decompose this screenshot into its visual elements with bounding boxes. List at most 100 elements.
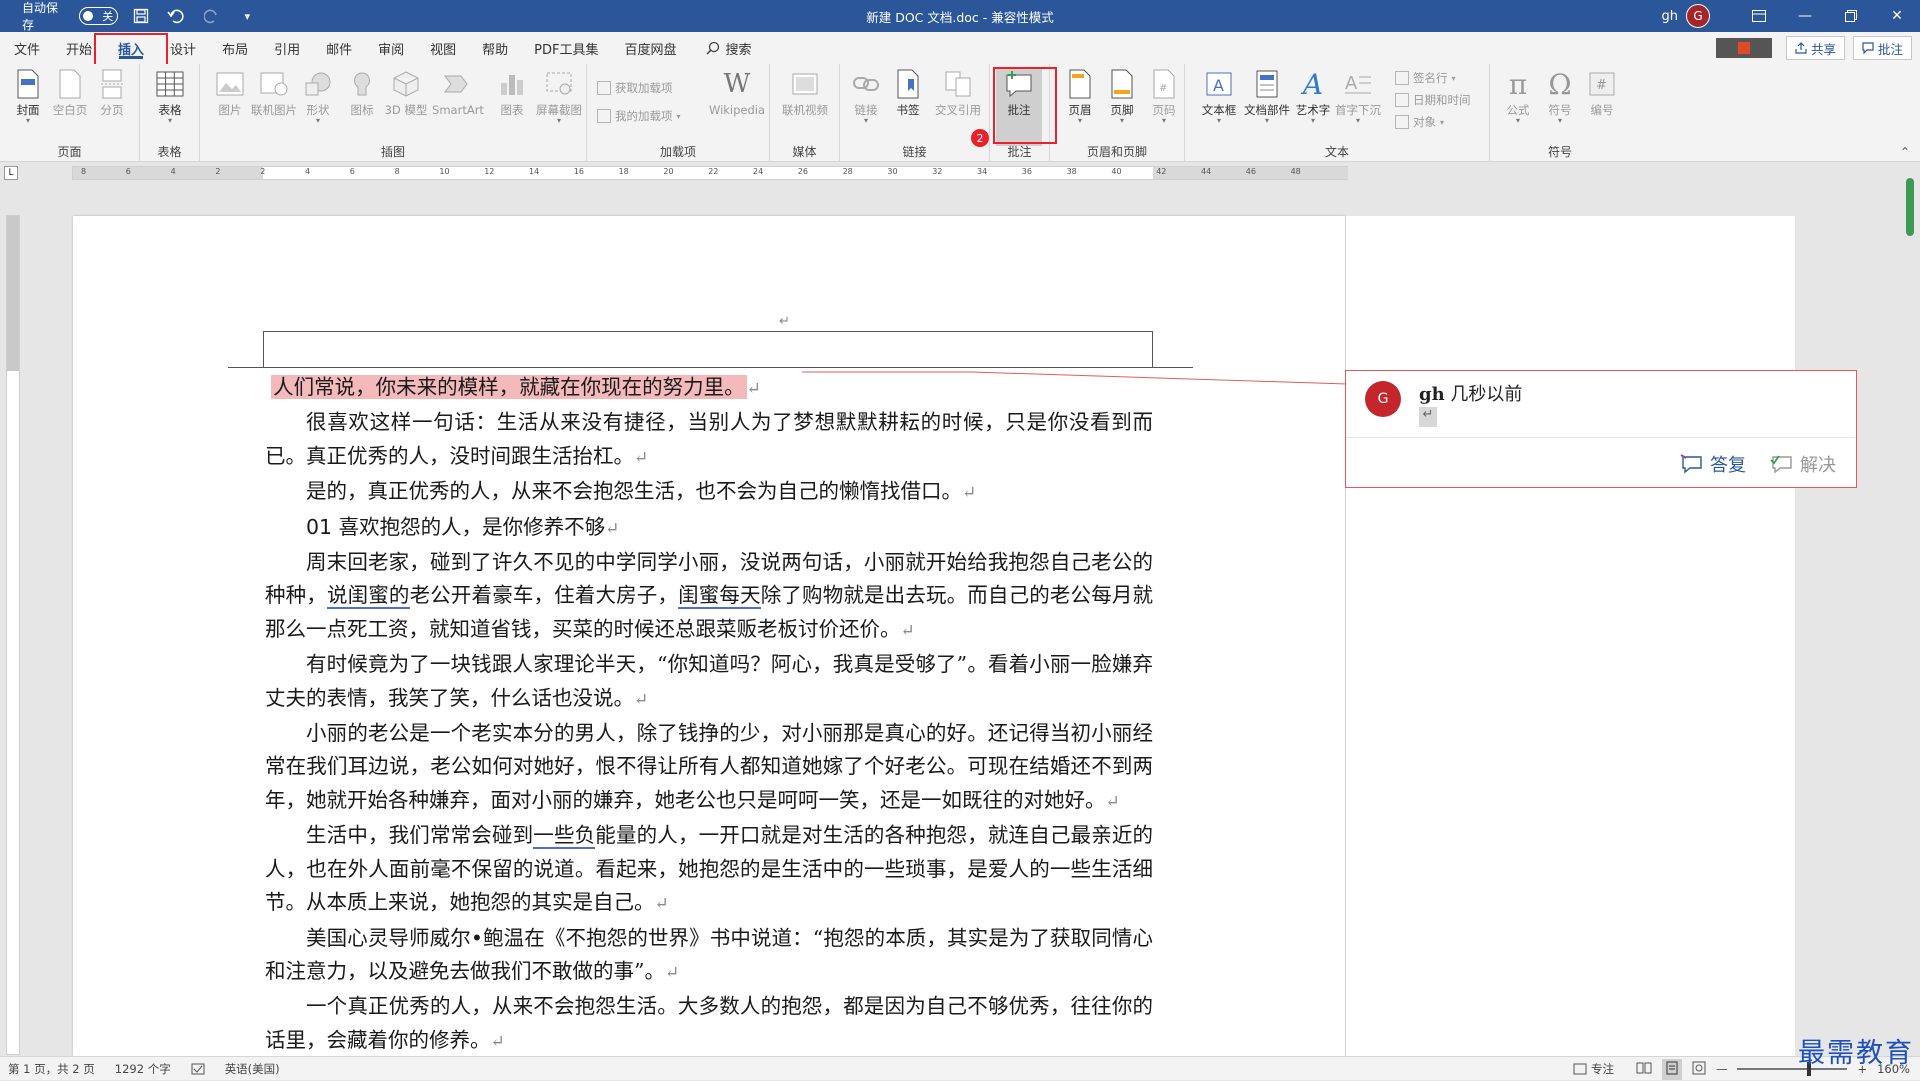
language-indicator[interactable]: 英语(美国) — [217, 1061, 292, 1077]
resolve-label: 解决 — [1800, 451, 1836, 477]
autosave-state: 关 — [102, 8, 113, 24]
my-addins-icon — [597, 109, 611, 123]
cross-reference-button[interactable]: 交叉引用 — [930, 68, 986, 117]
tab-review[interactable]: 审阅 — [365, 32, 417, 64]
proofing-status[interactable] — [183, 1063, 217, 1075]
pi-icon: π — [1503, 68, 1533, 100]
page-number-button[interactable]: #页码▾ — [1142, 68, 1186, 125]
document-title: 新建 DOC 文档.doc - 兼容性模式 — [0, 7, 1920, 26]
close-icon[interactable]: ✕ — [1874, 0, 1920, 32]
tab-help[interactable]: 帮助 — [469, 32, 521, 64]
search-box[interactable]: 搜索 — [690, 39, 768, 58]
restore-icon[interactable] — [1828, 0, 1874, 32]
page-group-label: 页面 — [0, 143, 139, 160]
user-name[interactable]: gh — [1662, 9, 1679, 24]
video-icon — [790, 68, 820, 100]
comment-card[interactable]: G gh 几秒以前 ↵ 答复 解决 — [1345, 370, 1857, 488]
vertical-scrollbar[interactable] — [1898, 162, 1920, 1056]
wikipedia-button[interactable]: WWikipedia — [707, 68, 767, 117]
document-body[interactable]: 人们常说，你未来的模样，就藏在你现在的努力里。↵ 很喜欢这样一句话：生活从来没有… — [265, 371, 1153, 1059]
user-avatar[interactable]: G — [1686, 4, 1710, 28]
tab-selector[interactable]: L — [4, 166, 18, 180]
screenshot-button[interactable]: 屏幕截图▾ — [534, 68, 584, 125]
tab-layout[interactable]: 布局 — [209, 32, 261, 64]
vertical-ruler[interactable] — [6, 215, 20, 1055]
comment-time: 几秒以前 — [1450, 384, 1522, 405]
read-mode-icon[interactable] — [1636, 1062, 1652, 1077]
symbol-group-label: 符号 — [1490, 143, 1630, 160]
resolve-button[interactable]: 解决 — [1770, 451, 1836, 477]
object-button[interactable]: 对象▾ — [1395, 112, 1444, 132]
cover-page-icon — [13, 68, 43, 100]
ruler-tick-label: 8 — [81, 167, 86, 176]
page-break-button[interactable]: 分页 — [90, 68, 134, 117]
ribbon-display-icon[interactable] — [1736, 0, 1782, 32]
horizontal-ruler[interactable]: 8642246810121416182022242628303234363840… — [72, 166, 1348, 180]
undo-icon[interactable] — [164, 3, 189, 29]
bookmark-button[interactable]: 书签 — [886, 68, 930, 117]
header-button[interactable]: 页眉▾ — [1058, 68, 1102, 125]
smartart-button[interactable]: SmartArt — [430, 68, 486, 117]
symbol-button[interactable]: Ω符号▾ — [1538, 68, 1582, 125]
tab-references[interactable]: 引用 — [261, 32, 313, 64]
icons-button[interactable]: 图标 — [340, 68, 384, 117]
commented-text[interactable]: 人们常说，你未来的模样，就藏在你现在的努力里。 — [271, 375, 747, 399]
number-button[interactable]: #编号 — [1580, 68, 1624, 117]
wordart-button[interactable]: A艺术字▾ — [1291, 68, 1335, 125]
web-layout-icon[interactable] — [1692, 1061, 1706, 1078]
pictures-button[interactable]: 图片 — [208, 68, 252, 117]
text-box-button[interactable]: A文本框▾ — [1197, 68, 1241, 125]
page-number-label: 页码 — [1153, 103, 1176, 117]
quick-parts-button[interactable]: 文档部件▾ — [1243, 68, 1291, 125]
get-addins-button[interactable]: 获取加载项 — [597, 78, 673, 98]
reply-icon — [1680, 454, 1704, 474]
reply-button[interactable]: 答复 — [1680, 451, 1746, 477]
date-time-button[interactable]: 日期和时间 — [1395, 90, 1471, 110]
tab-pdf-tools[interactable]: PDF工具集 — [521, 32, 611, 64]
blank-page-button[interactable]: 空白页 — [48, 68, 92, 117]
comment-icon — [1862, 42, 1874, 54]
table-button[interactable]: 表格▾ — [148, 68, 192, 125]
customize-qat-icon[interactable]: ▾ — [235, 3, 260, 29]
tab-file[interactable]: 文件 — [0, 32, 53, 64]
tab-mailings[interactable]: 邮件 — [313, 32, 365, 64]
equation-label: 公式 — [1507, 103, 1530, 117]
comment-input[interactable]: ↵ — [1419, 407, 1437, 427]
focus-mode-button[interactable]: 专注 — [1565, 1061, 1626, 1077]
equation-button[interactable]: π公式▾ — [1496, 68, 1540, 125]
ribbon-group-symbols: π公式▾ Ω符号▾ #编号 符号 — [1490, 64, 1630, 162]
zoom-out-button[interactable]: — — [1716, 1062, 1728, 1076]
save-icon[interactable] — [128, 3, 153, 29]
word-count[interactable]: 1292 个字 — [107, 1061, 183, 1077]
ruler-tick-label: 36 — [1022, 167, 1032, 176]
page-info[interactable]: 第 1 页，共 2 页 — [0, 1061, 107, 1077]
tab-view[interactable]: 视图 — [417, 32, 469, 64]
redo-icon[interactable] — [199, 3, 224, 29]
comments-button[interactable]: 批注 — [1853, 36, 1912, 60]
header-icon — [1065, 68, 1095, 100]
drop-cap-button[interactable]: A首字下沉▾ — [1333, 68, 1383, 125]
share-button[interactable]: 共享 — [1786, 36, 1845, 60]
my-addins-button[interactable]: 我的加载项▾ — [597, 106, 681, 126]
shapes-button[interactable]: 形状▾ — [296, 68, 340, 125]
link-button[interactable]: 链接▾ — [844, 68, 888, 125]
minimize-icon[interactable]: — — [1782, 0, 1828, 32]
3d-models-button[interactable]: 3D 模型 — [384, 68, 428, 117]
svg-text:A: A — [1345, 73, 1358, 94]
ribbon: 封面▾ 空白页 分页 页面 表格▾ 表格 图片 联机图片 形状▾ 图标 3D 模… — [0, 64, 1920, 162]
online-pictures-button[interactable]: 联机图片 — [252, 68, 296, 117]
autosave-toggle[interactable]: 关 — [79, 7, 118, 25]
signature-line-button[interactable]: 签名行▾ — [1395, 68, 1456, 88]
tab-baidu-netdisk[interactable]: 百度网盘 — [611, 32, 689, 64]
chart-button[interactable]: 图表 — [490, 68, 534, 117]
collapse-ribbon-icon[interactable]: ⌃ — [1900, 145, 1910, 159]
footer-button[interactable]: 页脚▾ — [1100, 68, 1144, 125]
online-video-button[interactable]: 联机视频 — [778, 68, 832, 117]
bookmark-icon — [893, 68, 923, 100]
document-page[interactable]: ↵ 人们常说，你未来的模样，就藏在你现在的努力里。↵ 很喜欢这样一句话：生活从来… — [73, 216, 1345, 1056]
scrollbar-thumb[interactable] — [1906, 178, 1914, 236]
horizontal-ruler-area: L 86422468101214161820222426283032343638… — [0, 162, 1920, 184]
cover-page-button[interactable]: 封面▾ — [6, 68, 50, 125]
print-layout-icon[interactable] — [1662, 1059, 1682, 1080]
page-break-icon — [97, 68, 127, 100]
